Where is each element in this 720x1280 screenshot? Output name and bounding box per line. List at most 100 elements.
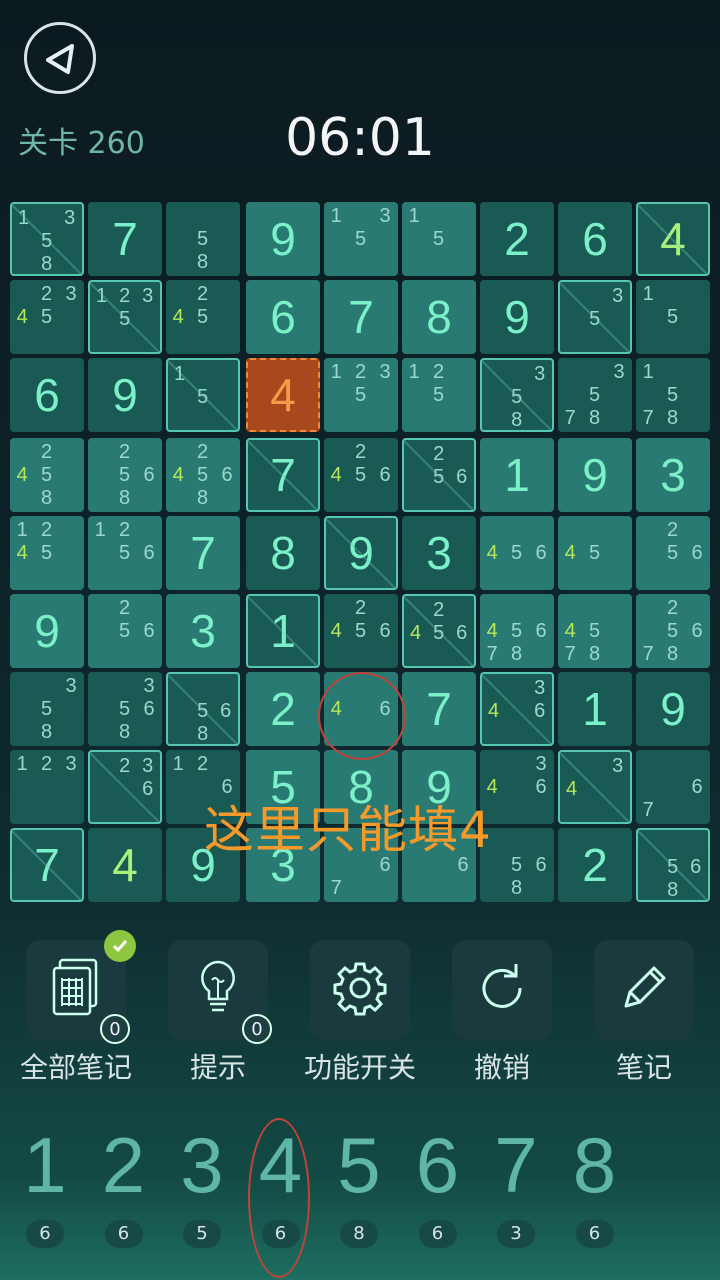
cell-r3c4[interactable]: 4 [246, 358, 320, 432]
cell-r9c2[interactable]: 4 [88, 828, 162, 902]
cell-r2c4[interactable]: 6 [246, 280, 320, 354]
cell-r1c4[interactable]: 9 [246, 202, 320, 276]
cell-r5c9[interactable]: 256 [636, 516, 710, 590]
cell-r1c6[interactable]: 15 [402, 202, 476, 276]
cell-r1c5[interactable]: 1 35 [324, 202, 398, 276]
pencil-note: 6 [142, 778, 154, 800]
cell-r6c3[interactable]: 3 [166, 594, 240, 668]
tool-notes-grid[interactable]: 0 全部笔记 [20, 930, 136, 1084]
cell-r5c6[interactable]: 3 [402, 516, 476, 590]
cell-r6c7[interactable]: 456 78 [480, 594, 554, 668]
number-key-1[interactable]: 16 [6, 1120, 84, 1248]
cell-r1c2[interactable]: 7 [88, 202, 162, 276]
tool-undo[interactable]: 撤销 [452, 940, 552, 1084]
cell-r3c3[interactable]: 15 [166, 358, 240, 432]
pencil-note: 5 [119, 464, 131, 486]
cell-r6c2[interactable]: 256 [88, 594, 162, 668]
cell-r5c2[interactable]: 1256 [88, 516, 162, 590]
cell-r6c4[interactable]: 1 [246, 594, 320, 668]
cell-r3c8[interactable]: 3578 [558, 358, 632, 432]
number-key-2[interactable]: 26 [85, 1120, 163, 1248]
cell-r1c9[interactable]: 4 [636, 202, 710, 276]
back-button[interactable] [24, 22, 96, 94]
cell-r4c6[interactable]: 256 [402, 438, 476, 512]
cell-r7c1[interactable]: 358 [10, 672, 84, 746]
cell-r3c5[interactable]: 1235 [324, 358, 398, 432]
cell-r5c3[interactable]: 7 [166, 516, 240, 590]
number-key-8[interactable]: 86 [556, 1120, 634, 1248]
cell-r6c1[interactable]: 9 [10, 594, 84, 668]
tool-gear[interactable]: 功能开关 [304, 940, 416, 1084]
cell-r1c1[interactable]: 1 358 [10, 202, 84, 276]
cell-r3c6[interactable]: 125 [402, 358, 476, 432]
cell-r7c6[interactable]: 7 [402, 672, 476, 746]
cell-r5c8[interactable]: 45 [558, 516, 632, 590]
pencil-note: 8 [667, 643, 679, 665]
number-key-7[interactable]: 73 [477, 1120, 555, 1248]
pencil-note: 5 [197, 306, 209, 328]
cell-r2c9[interactable]: 15 [636, 280, 710, 354]
highlight-circle-number [248, 1118, 310, 1278]
cell-r2c1[interactable]: 23 45 [10, 280, 84, 354]
cell-r2c2[interactable]: 1235 [88, 280, 162, 354]
cell-r9c8[interactable]: 2 [558, 828, 632, 902]
cell-r5c5[interactable]: 9 [324, 516, 398, 590]
cell-r4c7[interactable]: 1 [480, 438, 554, 512]
cell-r2c5[interactable]: 7 [324, 280, 398, 354]
cell-r4c4[interactable]: 7 [246, 438, 320, 512]
tool-button[interactable]: 0 [168, 940, 272, 1044]
cell-r6c8[interactable]: 4578 [558, 594, 632, 668]
cell-r5c4[interactable]: 8 [246, 516, 320, 590]
tool-button[interactable] [310, 940, 410, 1040]
cell-r3c2[interactable]: 9 [88, 358, 162, 432]
cell-r6c6[interactable]: 2456 [402, 594, 476, 668]
cell-r8c8[interactable]: 34 [558, 750, 632, 824]
cell-r9c9[interactable]: 568 [636, 828, 710, 902]
number-key-3[interactable]: 35 [163, 1120, 241, 1248]
cell-r2c8[interactable]: 35 [558, 280, 632, 354]
cell-r1c7[interactable]: 2 [480, 202, 554, 276]
tool-button[interactable] [594, 940, 694, 1040]
cell-r4c2[interactable]: 2568 [88, 438, 162, 512]
pencil-note: 8 [511, 409, 523, 431]
tool-button[interactable]: 0 [26, 930, 136, 1044]
tool-pencil[interactable]: 笔记 [594, 940, 694, 1084]
cell-r4c3[interactable]: 24568 [166, 438, 240, 512]
cell-r7c4[interactable]: 2 [246, 672, 320, 746]
cell-r3c1[interactable]: 6 [10, 358, 84, 432]
cell-r7c7[interactable]: 3 4 6 [480, 672, 554, 746]
cell-r8c1[interactable]: 123 [10, 750, 84, 824]
tool-button[interactable] [452, 940, 552, 1040]
cell-r4c9[interactable]: 3 [636, 438, 710, 512]
cell-r7c3[interactable]: 568 [166, 672, 240, 746]
cell-r5c1[interactable]: 1245 [10, 516, 84, 590]
cell-r7c9[interactable]: 9 [636, 672, 710, 746]
lightbulb-icon [193, 956, 243, 1024]
cell-r9c1[interactable]: 7 [10, 828, 84, 902]
cell-r2c6[interactable]: 8 [402, 280, 476, 354]
cell-r3c9[interactable]: 1578 [636, 358, 710, 432]
cell-r1c3[interactable]: 58 [166, 202, 240, 276]
cell-r2c7[interactable]: 9 [480, 280, 554, 354]
tool-lightbulb[interactable]: 0 提示 [168, 940, 272, 1084]
cell-r4c1[interactable]: 2458 [10, 438, 84, 512]
cell-r4c5[interactable]: 2456 [324, 438, 398, 512]
cell-r8c9[interactable]: 67 [636, 750, 710, 824]
cell-r7c2[interactable]: 3568 [88, 672, 162, 746]
cell-r4c8[interactable]: 9 [558, 438, 632, 512]
cell-r1c8[interactable]: 6 [558, 202, 632, 276]
cell-r5c7[interactable]: 456 [480, 516, 554, 590]
cell-r8c2[interactable]: 236 [88, 750, 162, 824]
notes-grid-icon [46, 956, 106, 1024]
cell-r3c7[interactable]: 358 [480, 358, 554, 432]
remaining-count: 6 [575, 1220, 614, 1248]
number-key-5[interactable]: 58 [320, 1120, 398, 1248]
cell-r6c5[interactable]: 2456 [324, 594, 398, 668]
number-key-6[interactable]: 66 [399, 1120, 477, 1248]
cell-r6c9[interactable]: 256 78 [636, 594, 710, 668]
cell-value: 7 [34, 839, 60, 891]
pencil-note: 5 [119, 698, 131, 720]
cell-r2c3[interactable]: 245 [166, 280, 240, 354]
cell-r7c8[interactable]: 1 [558, 672, 632, 746]
pencil-note: 3 [143, 675, 155, 697]
